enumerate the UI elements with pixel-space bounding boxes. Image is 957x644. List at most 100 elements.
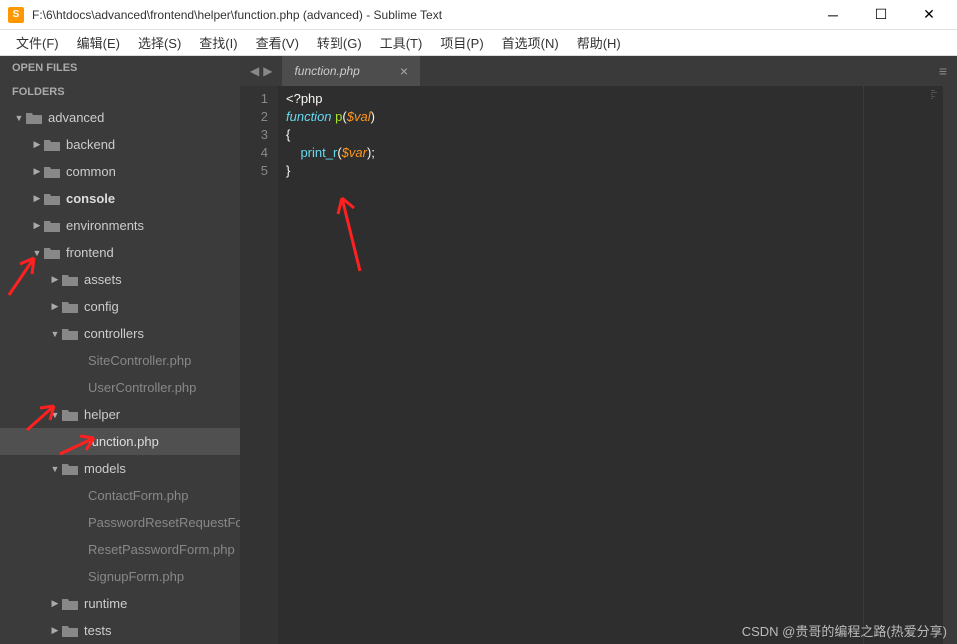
- tab-bar: ◀ ▶ function.php × ≡: [240, 56, 957, 86]
- tree-label: runtime: [84, 596, 127, 611]
- hamburger-icon[interactable]: ≡: [939, 63, 947, 79]
- tree-label: common: [66, 164, 116, 179]
- tree-file-contactform[interactable]: ContactForm.php: [0, 482, 240, 509]
- folder-icon: [62, 409, 78, 421]
- maximize-button[interactable]: ☐: [869, 3, 893, 27]
- menu-select[interactable]: 选择(S): [130, 31, 189, 54]
- tree-folder-helper[interactable]: ▼ helper: [0, 401, 240, 428]
- window-controls: ─ ☐ ✕: [821, 3, 949, 27]
- menu-tools[interactable]: 工具(T): [372, 31, 431, 54]
- chevron-down-icon: ▼: [48, 410, 62, 420]
- tree-label: assets: [84, 272, 122, 287]
- folder-icon: [62, 598, 78, 610]
- chevron-right-icon: ▶: [48, 598, 62, 609]
- folder-icon: [62, 463, 78, 475]
- tree-folder-models[interactable]: ▼ models: [0, 455, 240, 482]
- tree-folder-controllers[interactable]: ▼ controllers: [0, 320, 240, 347]
- tree-file-usercontroller[interactable]: UserController.php: [0, 374, 240, 401]
- tree-file-function-php[interactable]: function.php: [0, 428, 240, 455]
- nav-back-icon[interactable]: ◀: [250, 64, 259, 78]
- code-editor[interactable]: 1 2 3 4 5 <?php function p($val) { print…: [240, 86, 957, 644]
- minimap[interactable]: ▬▬▬▬▬▬▬▬▬: [863, 86, 943, 644]
- app-icon: S: [8, 7, 24, 23]
- code-token: }: [286, 163, 290, 178]
- folder-icon: [62, 274, 78, 286]
- tree-label: controllers: [84, 326, 144, 341]
- folder-icon: [62, 625, 78, 637]
- code-token: <?php: [286, 91, 323, 106]
- vertical-scrollbar[interactable]: [943, 86, 957, 644]
- folder-icon: [26, 112, 42, 124]
- tree-file-resetpasswordform[interactable]: ResetPasswordForm.php: [0, 536, 240, 563]
- folder-icon: [62, 328, 78, 340]
- line-number: 4: [244, 144, 268, 162]
- tree-label: SignupForm.php: [88, 569, 184, 584]
- tree-label: helper: [84, 407, 120, 422]
- code-token: $var: [342, 145, 367, 160]
- tab-label: function.php: [294, 64, 359, 78]
- menu-project[interactable]: 项目(P): [432, 31, 491, 54]
- menu-edit[interactable]: 编辑(E): [69, 31, 128, 54]
- window-titlebar: S F:\6\htdocs\advanced\frontend\helper\f…: [0, 0, 957, 30]
- tree-folder-common[interactable]: ▶ common: [0, 158, 240, 185]
- chevron-right-icon: ▶: [30, 139, 44, 150]
- tree-label: SiteController.php: [88, 353, 191, 368]
- line-number: 3: [244, 126, 268, 144]
- menu-help[interactable]: 帮助(H): [569, 31, 629, 54]
- tree-folder-config[interactable]: ▶ config: [0, 293, 240, 320]
- tree-folder-advanced[interactable]: ▼ advanced: [0, 104, 240, 131]
- minimize-button[interactable]: ─: [821, 3, 845, 27]
- menu-file[interactable]: 文件(F): [8, 31, 67, 54]
- sidebar: OPEN FILES FOLDERS ▼ advanced ▶ backend …: [0, 56, 240, 644]
- chevron-right-icon: ▶: [30, 193, 44, 204]
- folder-icon: [44, 220, 60, 232]
- menu-goto[interactable]: 转到(G): [309, 31, 370, 54]
- tree-folder-console[interactable]: ▶ console: [0, 185, 240, 212]
- menu-find[interactable]: 查找(I): [191, 31, 245, 54]
- folder-icon: [44, 193, 60, 205]
- menu-preferences[interactable]: 首选项(N): [494, 31, 567, 54]
- tree-folder-tests[interactable]: ▶ tests: [0, 617, 240, 644]
- chevron-right-icon: ▶: [48, 625, 62, 636]
- code-content[interactable]: <?php function p($val) { print_r($var); …: [278, 86, 863, 644]
- minimap-icon: ▬▬▬▬▬▬▬▬▬: [931, 90, 937, 100]
- tree-folder-frontend[interactable]: ▼ frontend: [0, 239, 240, 266]
- nav-forward-icon[interactable]: ▶: [263, 64, 272, 78]
- code-token: {: [286, 127, 290, 142]
- tree-label: ResetPasswordForm.php: [88, 542, 235, 557]
- code-token: function: [286, 109, 332, 124]
- folder-icon: [44, 247, 60, 259]
- tree-label: ContactForm.php: [88, 488, 188, 503]
- tree-file-sitecontroller[interactable]: SiteController.php: [0, 347, 240, 374]
- folder-icon: [62, 301, 78, 313]
- tree-label: config: [84, 299, 119, 314]
- code-token: print_r: [300, 145, 337, 160]
- tree-folder-environments[interactable]: ▶ environments: [0, 212, 240, 239]
- folder-tree: ▼ advanced ▶ backend ▶ common ▶ console: [0, 104, 240, 644]
- chevron-right-icon: ▶: [30, 220, 44, 231]
- line-gutter: 1 2 3 4 5: [240, 86, 278, 644]
- tree-file-signupform[interactable]: SignupForm.php: [0, 563, 240, 590]
- tree-folder-assets[interactable]: ▶ assets: [0, 266, 240, 293]
- chevron-right-icon: ▶: [48, 301, 62, 312]
- line-number: 1: [244, 90, 268, 108]
- watermark-text: CSDN @贵哥的编程之路(热爱分享): [742, 621, 947, 640]
- tree-label: PasswordResetRequestForm.php: [88, 515, 240, 530]
- tree-label: backend: [66, 137, 115, 152]
- tree-label: models: [84, 461, 126, 476]
- folders-header: FOLDERS: [0, 80, 240, 104]
- close-button[interactable]: ✕: [917, 3, 941, 27]
- tree-label: frontend: [66, 245, 114, 260]
- line-number: 5: [244, 162, 268, 180]
- menu-view[interactable]: 查看(V): [248, 31, 307, 54]
- chevron-down-icon: ▼: [48, 329, 62, 339]
- tree-folder-runtime[interactable]: ▶ runtime: [0, 590, 240, 617]
- close-icon[interactable]: ×: [400, 63, 408, 79]
- chevron-down-icon: ▼: [30, 248, 44, 258]
- tree-file-passwordresetrequest[interactable]: PasswordResetRequestForm.php: [0, 509, 240, 536]
- tree-folder-backend[interactable]: ▶ backend: [0, 131, 240, 158]
- tab-function-php[interactable]: function.php ×: [282, 56, 420, 86]
- tree-label: UserController.php: [88, 380, 196, 395]
- folder-icon: [44, 139, 60, 151]
- folder-icon: [44, 166, 60, 178]
